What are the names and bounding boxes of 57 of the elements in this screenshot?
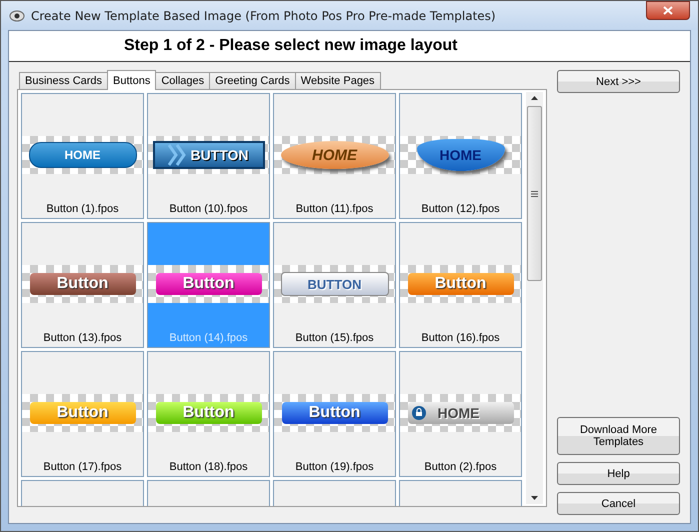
template-filename: Button (15).fpos [295, 332, 374, 344]
template-tile[interactable]: HOME Button (2).fpos [399, 351, 522, 477]
template-filename: Button (2).fpos [424, 461, 497, 473]
preview-button-graphic: BUTTON [152, 141, 264, 169]
tab[interactable]: Business Cards [19, 72, 108, 89]
template-tile[interactable]: BUTTON Button (15).fpos [273, 222, 396, 348]
template-filename: Button (17).fpos [43, 461, 122, 473]
app-icon [9, 8, 25, 22]
template-tile[interactable]: Button Button (13).fpos [21, 222, 144, 348]
preview-button-graphic: Button [408, 273, 514, 295]
preview-button-graphic: Button [156, 402, 262, 424]
next-button[interactable]: Next >>> [557, 70, 680, 93]
lock-icon [412, 406, 426, 420]
template-tile[interactable]: HOME Button (1).fpos [21, 93, 144, 219]
tab[interactable]: Buttons [107, 70, 156, 90]
template-filename: Button (10).fpos [169, 203, 248, 215]
tab[interactable]: Collages [155, 72, 210, 89]
template-tile[interactable]: BUTTON Button (10).fpos [147, 93, 270, 219]
chevron-icon [168, 144, 186, 166]
preview-button-graphic: Button [30, 273, 136, 295]
preview-button-graphic: Button [282, 402, 388, 424]
template-filename: Button (19).fpos [295, 461, 374, 473]
template-tile[interactable]: Button Button (17).fpos [21, 351, 144, 477]
template-tile[interactable]: HOME Button (12).fpos [399, 93, 522, 219]
preview-button-graphic: BUTTON [280, 272, 388, 296]
template-filename: Button (13).fpos [43, 332, 122, 344]
template-filename: Button (18).fpos [169, 461, 248, 473]
preview-button-graphic: Button [30, 402, 136, 424]
scroll-up-icon [531, 96, 538, 100]
template-tile[interactable]: Button Button (16).fpos [399, 222, 522, 348]
template-filename: Button (12).fpos [421, 203, 500, 215]
preview-button-graphic: Button [156, 273, 262, 295]
preview-button-graphic: HOME [28, 142, 136, 168]
template-tile[interactable]: HOME Button (11).fpos [273, 93, 396, 219]
preview-button-graphic: HOME [280, 141, 388, 169]
step-heading: Step 1 of 2 - Please select new image layout [124, 37, 458, 55]
template-filename: Button (14).fpos [169, 332, 248, 344]
template-tile[interactable]: Button Button (19).fpos [273, 351, 396, 477]
vertical-scrollbar[interactable] [526, 92, 543, 504]
scrollbar-thumb[interactable] [527, 106, 542, 281]
template-tile[interactable]: Button Button (14).fpos [147, 222, 270, 348]
window-title: Create New Template Based Image (From Photo Pos Pro Pre-made Templates) [31, 8, 496, 22]
template-tile[interactable]: Button Button (18).fpos [147, 351, 270, 477]
preview-button-graphic: HOME [408, 402, 514, 424]
download-templates-button[interactable]: Download More Templates [557, 417, 680, 455]
cancel-button[interactable]: Cancel [557, 492, 680, 515]
tab[interactable]: Greeting Cards [209, 72, 296, 89]
scroll-down-icon [531, 496, 538, 500]
template-filename: Button (1).fpos [46, 203, 119, 215]
help-button[interactable]: Help [557, 462, 680, 485]
grip-icon [531, 190, 538, 196]
preview-button-graphic: HOME [416, 139, 504, 171]
template-filename: Button (11).fpos [296, 203, 374, 215]
close-icon [663, 6, 673, 15]
template-filename: Button (16).fpos [421, 332, 500, 344]
close-button[interactable] [646, 1, 690, 20]
tab[interactable]: Website Pages [294, 72, 381, 89]
